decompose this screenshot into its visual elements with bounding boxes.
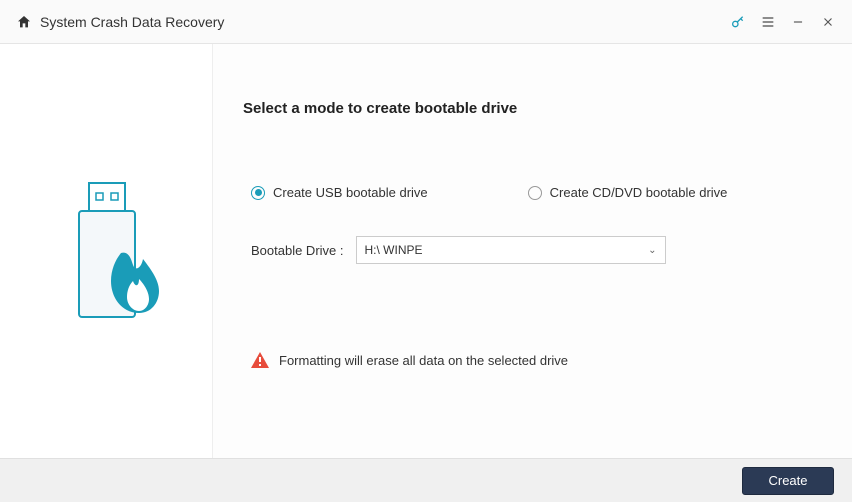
create-button[interactable]: Create: [742, 467, 834, 495]
drive-select-value: H:\ WINPE: [365, 243, 423, 257]
bootable-drive-label: Bootable Drive :: [251, 243, 344, 258]
radio-cd-dvd-bootable[interactable]: Create CD/DVD bootable drive: [528, 185, 728, 200]
create-button-label: Create: [768, 473, 807, 488]
radio-usb-label: Create USB bootable drive: [273, 185, 428, 200]
usb-drive-icon: [61, 181, 151, 321]
title-bar: System Crash Data Recovery: [0, 0, 852, 44]
warning-icon: [251, 352, 269, 368]
radio-usb-bootable[interactable]: Create USB bootable drive: [251, 185, 428, 200]
bootable-drive-select[interactable]: H:\ WINPE ⌄: [356, 236, 666, 264]
close-icon[interactable]: [820, 14, 836, 30]
chevron-down-icon: ⌄: [648, 245, 656, 256]
key-icon[interactable]: [730, 14, 746, 30]
warning-text: Formatting will erase all data on the se…: [279, 353, 568, 368]
warning-message: Formatting will erase all data on the se…: [243, 352, 822, 368]
home-icon[interactable]: [16, 14, 32, 30]
footer-bar: Create: [0, 458, 852, 502]
radio-unselected-icon: [528, 186, 542, 200]
illustration-panel: [0, 44, 213, 458]
panel-heading: Select a mode to create bootable drive: [243, 100, 822, 117]
page-title: System Crash Data Recovery: [40, 14, 224, 30]
minimize-icon[interactable]: [790, 14, 806, 30]
radio-selected-icon: [251, 186, 265, 200]
menu-icon[interactable]: [760, 14, 776, 30]
main-panel: Select a mode to create bootable drive C…: [213, 44, 852, 458]
radio-cd-label: Create CD/DVD bootable drive: [550, 185, 728, 200]
